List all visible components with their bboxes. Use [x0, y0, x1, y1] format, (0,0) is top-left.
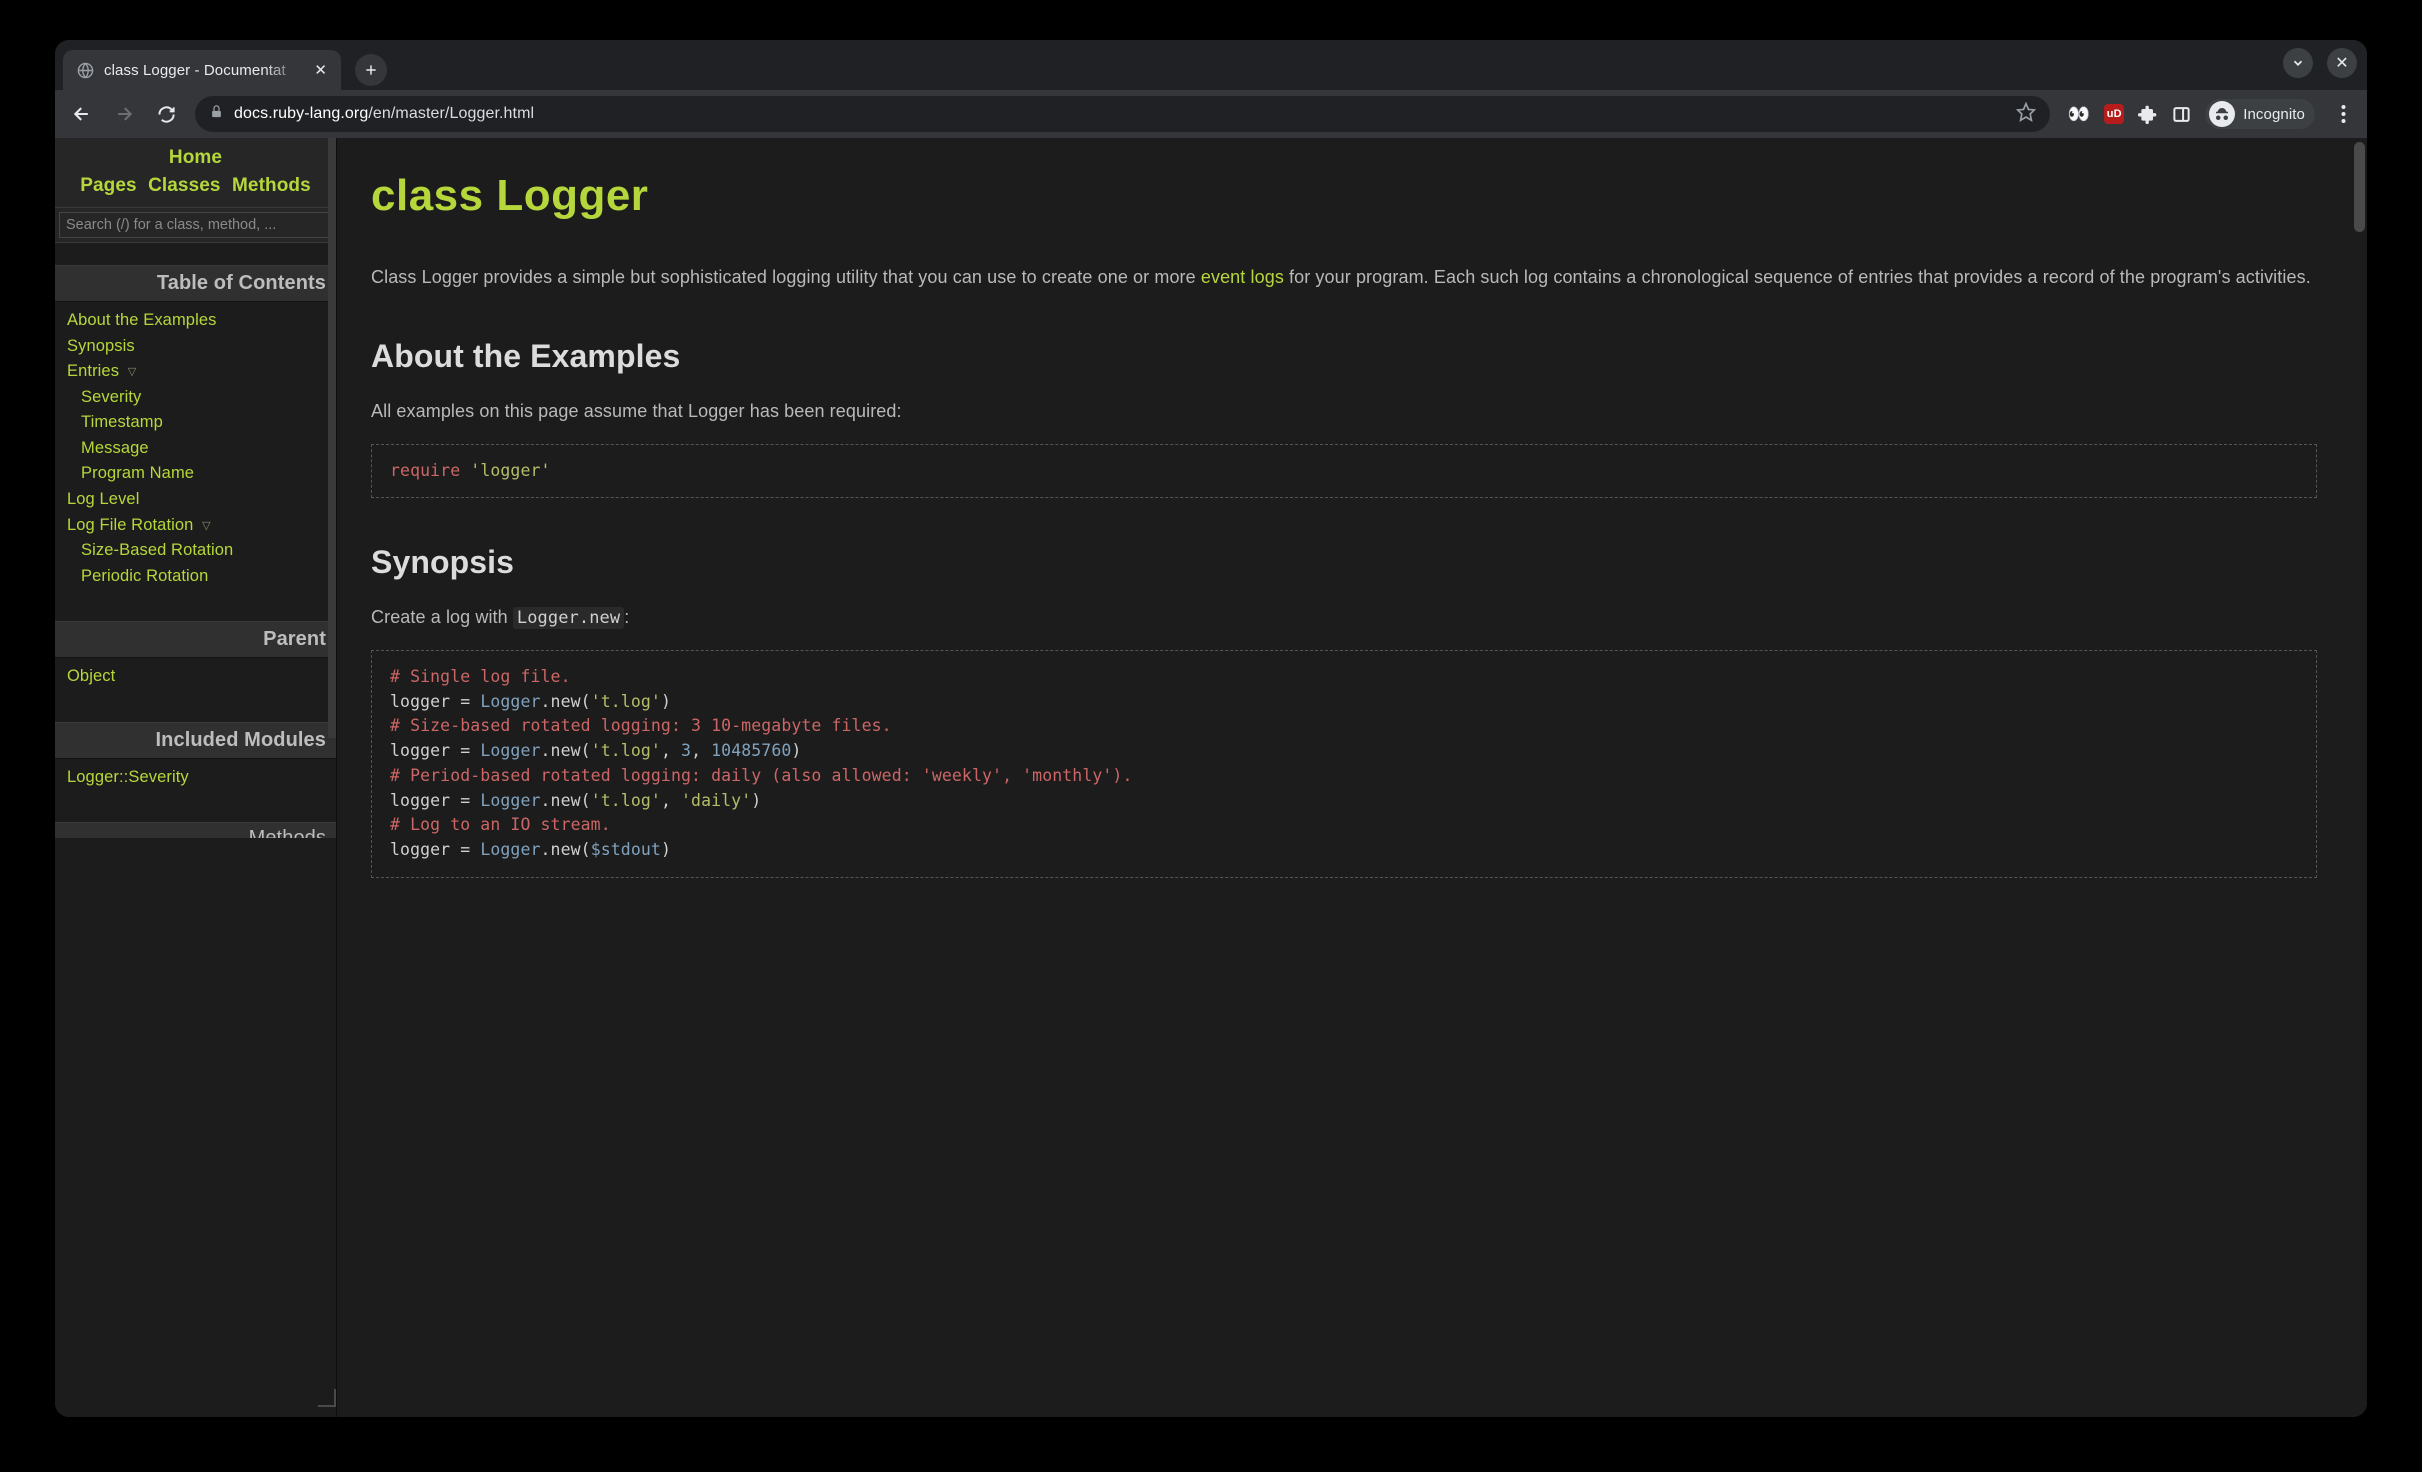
toc-program-name[interactable]: Program Name	[81, 464, 194, 482]
intro-text-after: for your program. Each such log contains…	[1284, 267, 2311, 287]
lock-icon	[209, 104, 224, 124]
toc-heading: Table of Contents	[55, 265, 336, 302]
browser-menu-button[interactable]	[2329, 105, 2357, 123]
inline-code-logger-new: Logger.new	[513, 607, 624, 629]
toc-timestamp[interactable]: Timestamp	[81, 413, 163, 431]
chevron-down-icon[interactable]: ▽	[128, 366, 137, 378]
toc-synopsis[interactable]: Synopsis	[67, 337, 135, 355]
window-close-button[interactable]: ✕	[2327, 48, 2357, 78]
tab-search-button[interactable]	[2283, 48, 2313, 78]
tab-strip: class Logger - Documentat ✕ ✕	[55, 40, 2367, 90]
parent-object[interactable]: Object	[67, 667, 115, 685]
about-heading: About the Examples	[371, 332, 2317, 382]
parent-heading: Parent	[55, 621, 336, 658]
module-logger-severity[interactable]: Logger::Severity	[67, 768, 189, 786]
sidebar-resize-handle[interactable]	[318, 1389, 336, 1407]
scrollbar-thumb[interactable]	[2354, 142, 2365, 232]
sidebar-search	[55, 208, 336, 243]
extension-icons: 👀 uD Incognito	[2068, 99, 2315, 129]
back-button[interactable]	[65, 97, 99, 131]
toc-log-level[interactable]: Log Level	[67, 490, 139, 508]
toc-log-file-rotation[interactable]: Log File Rotation	[67, 516, 193, 534]
panel-icon[interactable]	[2172, 105, 2191, 124]
extensions-puzzle-icon[interactable]	[2138, 104, 2158, 124]
modules-heading: Included Modules	[55, 722, 336, 759]
close-icon[interactable]: ✕	[314, 61, 327, 79]
code-require: require 'logger'	[371, 444, 2317, 499]
bookmark-star-icon[interactable]	[2016, 102, 2036, 127]
article: class Logger Class Logger provides a sim…	[337, 138, 2367, 1417]
chevron-down-icon[interactable]: ▽	[202, 520, 211, 532]
ublock-icon[interactable]: uD	[2104, 104, 2124, 124]
forward-button[interactable]	[107, 97, 141, 131]
page-viewport: Home Pages Classes Methods Table of Cont…	[55, 138, 2367, 1417]
toc-about[interactable]: About the Examples	[67, 311, 216, 329]
intro-paragraph: Class Logger provides a simple but sophi…	[371, 264, 2317, 292]
new-tab-button[interactable]	[355, 54, 387, 86]
toc-severity[interactable]: Severity	[81, 388, 141, 406]
intro-text-before: Class Logger provides a simple but sophi…	[371, 267, 1201, 287]
methods-heading-cut: Methods	[55, 822, 336, 838]
search-input[interactable]	[59, 212, 332, 238]
toc-section: Table of Contents About the Examples Syn…	[55, 243, 336, 838]
nav-home[interactable]: Home	[169, 147, 222, 168]
page-title: class Logger	[371, 162, 2317, 230]
browser-window: class Logger - Documentat ✕ ✕	[55, 40, 2367, 1417]
incognito-label: Incognito	[2243, 106, 2305, 123]
address-bar[interactable]: docs.ruby-lang.org/en/master/Logger.html	[195, 96, 2050, 132]
syn-before: Create a log with	[371, 607, 513, 627]
extension-icon-1[interactable]: 👀	[2068, 104, 2091, 125]
toc-periodic[interactable]: Periodic Rotation	[81, 567, 208, 585]
toc-message[interactable]: Message	[81, 439, 149, 457]
nav-pages[interactable]: Pages	[80, 175, 136, 196]
nav-classes[interactable]: Classes	[148, 175, 221, 196]
code-synopsis: # Single log file. logger = Logger.new('…	[371, 650, 2317, 878]
sidebar: Home Pages Classes Methods Table of Cont…	[55, 138, 337, 1417]
toc-size-based[interactable]: Size-Based Rotation	[81, 541, 233, 559]
synopsis-heading: Synopsis	[371, 538, 2317, 588]
browser-toolbar: docs.ruby-lang.org/en/master/Logger.html…	[55, 90, 2367, 138]
globe-icon	[77, 62, 94, 79]
about-paragraph: All examples on this page assume that Lo…	[371, 398, 2317, 426]
sidebar-nav: Home Pages Classes Methods	[55, 138, 336, 208]
tab-title: class Logger - Documentat	[104, 62, 304, 79]
incognito-icon	[2209, 101, 2235, 127]
sidebar-scrollbar[interactable]	[328, 138, 336, 738]
reload-button[interactable]	[149, 97, 183, 131]
incognito-badge[interactable]: Incognito	[2205, 99, 2315, 129]
toc-entries[interactable]: Entries	[67, 362, 119, 380]
browser-tab[interactable]: class Logger - Documentat ✕	[63, 50, 341, 90]
url-text: docs.ruby-lang.org/en/master/Logger.html	[234, 105, 534, 123]
synopsis-paragraph: Create a log with Logger.new:	[371, 604, 2317, 632]
nav-methods[interactable]: Methods	[232, 175, 311, 196]
syn-after: :	[624, 607, 629, 627]
link-event-logs[interactable]: event logs	[1201, 267, 1284, 287]
